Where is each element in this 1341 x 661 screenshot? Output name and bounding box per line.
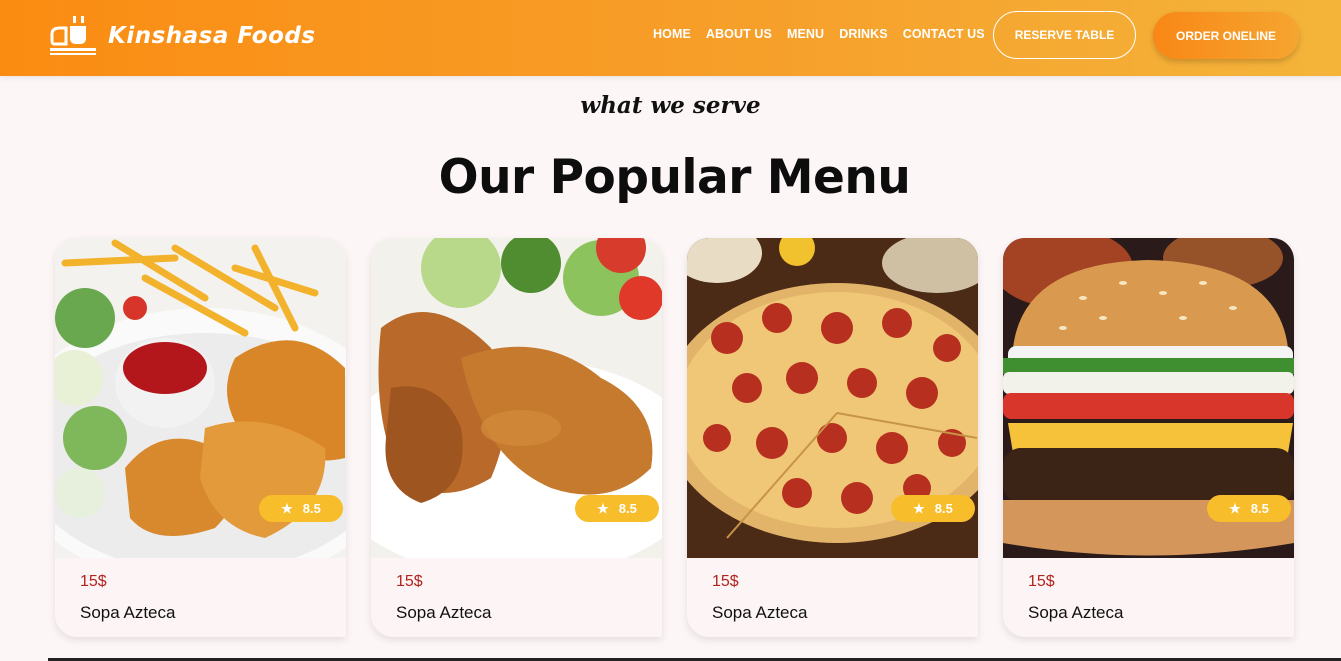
- brand-name: Kinshasa Foods: [108, 23, 316, 49]
- logo[interactable]: Kinshasa Foods: [48, 14, 316, 58]
- nav-drinks[interactable]: DRINKS: [839, 27, 888, 41]
- dish-name: Sopa Azteca: [712, 603, 808, 622]
- section-subtitle: what we serve: [580, 92, 761, 119]
- menu-card[interactable]: ★ 8.5 15$ Sopa Azteca: [55, 238, 346, 637]
- price: 15$: [712, 573, 739, 590]
- rating-badge: ★ 8.5: [575, 495, 659, 522]
- main-nav: HOME ABOUT US MENU DRINKS CONTACT US: [653, 27, 1000, 41]
- rating-value: 8.5: [1250, 501, 1269, 516]
- rating-value: 8.5: [934, 501, 953, 516]
- nav-about-us[interactable]: ABOUT US: [706, 27, 772, 41]
- star-icon: ★: [913, 500, 925, 516]
- nav-menu[interactable]: MENU: [787, 27, 824, 41]
- menu-card[interactable]: ★ 8.5 15$ Sopa Azteca: [1003, 238, 1294, 637]
- menu-card[interactable]: ★ 8.5 15$ Sopa Azteca: [371, 238, 662, 637]
- star-icon: ★: [1229, 500, 1241, 516]
- section-title: Our Popular Menu: [438, 150, 911, 205]
- rating-badge: ★ 8.5: [259, 495, 343, 522]
- nav-contact-us[interactable]: CONTACT US: [903, 27, 985, 41]
- star-icon: ★: [281, 500, 293, 516]
- nav-home[interactable]: HOME: [653, 27, 691, 41]
- dish-name: Sopa Azteca: [1028, 603, 1124, 622]
- order-online-button[interactable]: ORDER ONELINE: [1153, 12, 1299, 59]
- price: 15$: [396, 573, 423, 590]
- rating-value: 8.5: [302, 501, 321, 516]
- dish-name: Sopa Azteca: [80, 603, 176, 622]
- price: 15$: [80, 573, 107, 590]
- reserve-table-button[interactable]: RESERVE TABLE: [993, 11, 1136, 59]
- dish-name: Sopa Azteca: [396, 603, 492, 622]
- menu-card[interactable]: ★ 8.5 15$ Sopa Azteca: [687, 238, 978, 637]
- header: Kinshasa Foods HOME ABOUT US MENU DRINKS…: [0, 0, 1341, 76]
- food-tray-icon: [48, 14, 98, 58]
- price: 15$: [1028, 573, 1055, 590]
- rating-badge: ★ 8.5: [1207, 495, 1291, 522]
- rating-value: 8.5: [618, 501, 637, 516]
- rating-badge: ★ 8.5: [891, 495, 975, 522]
- star-icon: ★: [597, 500, 609, 516]
